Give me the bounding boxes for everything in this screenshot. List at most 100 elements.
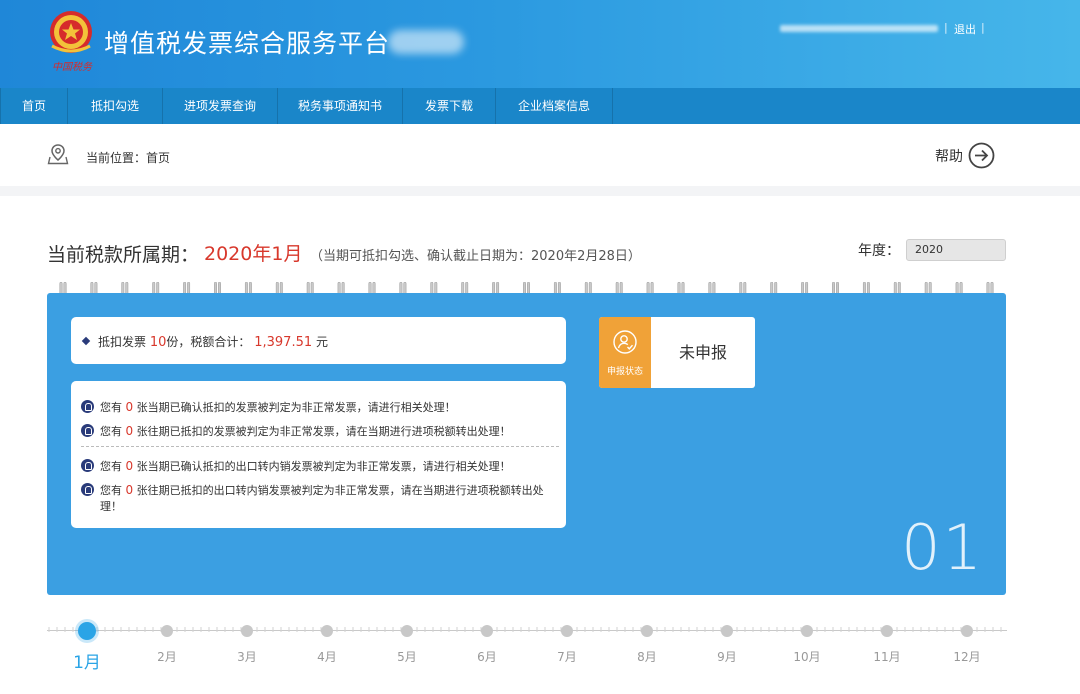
blurred-taxpayer-name <box>388 30 464 54</box>
summary-amount: 1,397.51 <box>254 335 313 350</box>
timeline-month-10[interactable]: 10月 <box>777 616 837 665</box>
user-separator: | <box>944 21 948 34</box>
alert-prefix: 您有 <box>100 425 122 438</box>
alert-item: 您有 0 张当期已确认抵扣的发票被判定为非正常发票，请进行相关处理！ <box>81 399 561 416</box>
alert-item: 您有 0 张往期已抵扣的发票被判定为非正常发票，请在当期进行进项税额转出处理！ <box>81 423 561 440</box>
emblem-caption: 中国税务 <box>52 62 92 73</box>
timeline-month-label: 12月 <box>953 650 981 664</box>
alert-text: 张当期已确认抵扣的出口转内销发票被判定为非正常发票，请进行相关处理！ <box>136 460 511 473</box>
timeline-month-3[interactable]: 3月 <box>217 616 277 665</box>
timeline-month-6[interactable]: 6月 <box>457 616 517 665</box>
calendar-card: 抵扣发票 10份，税额合计： 1,397.51 元 您有 0 张当期已确认抵扣的… <box>47 293 1006 595</box>
timeline-month-11[interactable]: 11月 <box>857 616 917 665</box>
timeline-month-label: 11月 <box>873 650 901 664</box>
alert-item: 您有 0 张当期已确认抵扣的出口转内销发票被判定为非正常发票，请进行相关处理！ <box>81 458 561 475</box>
blurred-user-info <box>780 25 938 32</box>
timeline-dot <box>481 625 493 637</box>
summary-mid: 份，税额合计： <box>166 335 251 349</box>
timeline-dot <box>881 625 893 637</box>
filing-status-tag-label: 申报状态 <box>606 367 643 377</box>
alert-count: 0 <box>125 459 134 473</box>
timeline-month-4[interactable]: 4月 <box>297 616 357 665</box>
help-link[interactable]: 帮助 <box>935 146 963 166</box>
timeline-month-label: 1月 <box>73 653 101 673</box>
timeline-month-label: 3月 <box>237 650 257 664</box>
main-content: 当前税款所属期： 2020年1月 （当期可抵扣勾选、确认截止日期为：2020年2… <box>0 196 1080 694</box>
timeline-dot <box>78 622 96 640</box>
breadcrumb-bar: 当前位置：首页 帮助 <box>0 124 1080 186</box>
user-check-icon <box>613 330 637 354</box>
nav-item-deduction-selection[interactable]: 抵扣勾选 <box>68 88 163 124</box>
tax-period-label: 当前税款所属期： <box>47 244 200 266</box>
timeline-month-7[interactable]: 7月 <box>537 616 597 665</box>
calendar-month-number: 01 <box>901 511 984 584</box>
timeline-month-8[interactable]: 8月 <box>617 616 677 665</box>
alert-count: 0 <box>125 400 134 414</box>
timeline-dot <box>961 625 973 637</box>
timeline-month-2[interactable]: 2月 <box>137 616 197 665</box>
filing-status-tag[interactable]: 申报状态 <box>599 317 651 388</box>
alert-prefix: 您有 <box>100 401 122 414</box>
timeline-dot <box>241 625 253 637</box>
timeline-dot <box>801 625 813 637</box>
month-timeline: 1月 2月 3月 4月 5月 6月 7月 8月 9月 10月 11月 12月 <box>47 616 1007 686</box>
bell-icon <box>81 424 94 437</box>
nav-item-tax-notice[interactable]: 税务事项通知书 <box>278 88 403 124</box>
summary-suffix: 元 <box>315 335 328 349</box>
timeline-dot <box>161 625 173 637</box>
alert-count: 0 <box>125 424 134 438</box>
user-area: | 退出 | <box>780 20 990 38</box>
timeline-dot <box>321 625 333 637</box>
timeline-month-label: 9月 <box>717 650 737 664</box>
arrow-right-circle-icon[interactable] <box>968 142 995 169</box>
nav-item-invoice-download[interactable]: 发票下载 <box>403 88 496 124</box>
user-separator-end: | <box>981 21 985 34</box>
bell-icon <box>81 483 94 496</box>
timeline-month-label: 5月 <box>397 650 417 664</box>
location-pin-icon <box>47 144 69 165</box>
bell-icon <box>81 459 94 472</box>
main-nav: 首页 抵扣勾选 进项发票查询 税务事项通知书 发票下载 企业档案信息 <box>0 88 1080 124</box>
summary-count: 10 <box>149 335 167 350</box>
timeline-month-9[interactable]: 9月 <box>697 616 757 665</box>
timeline-dot <box>641 625 653 637</box>
year-select[interactable]: 2020 <box>906 239 1006 261</box>
summary-prefix: 抵扣发票 <box>98 335 147 349</box>
bell-icon <box>81 400 94 413</box>
alert-count: 0 <box>125 483 134 497</box>
filing-status-value: 未申报 <box>678 343 727 362</box>
timeline-month-label: 4月 <box>317 650 337 664</box>
year-label: 年度： <box>858 243 900 259</box>
timeline-dot <box>721 625 733 637</box>
timeline-month-12[interactable]: 12月 <box>937 616 997 665</box>
breadcrumb: 当前位置：首页 <box>86 151 171 165</box>
tax-period-deadline-note: （当期可抵扣勾选、确认截止日期为：2020年2月28日） <box>310 249 641 264</box>
nav-item-home[interactable]: 首页 <box>0 88 68 124</box>
timeline-dot <box>401 625 413 637</box>
alert-text: 张往期已抵扣的发票被判定为非正常发票，请在当期进行进项税额转出处理！ <box>136 425 511 438</box>
nav-item-enterprise-profile[interactable]: 企业档案信息 <box>496 88 613 124</box>
alert-text: 张往期已抵扣的出口转内销发票被判定为非正常发票，请在当期进行进项税额转出处理！ <box>100 484 544 513</box>
timeline-dot <box>561 625 573 637</box>
timeline-month-label: 6月 <box>477 650 497 664</box>
filing-status: 申报状态 未申报 <box>599 317 755 388</box>
timeline-month-label: 7月 <box>557 650 577 664</box>
timeline-month-1[interactable]: 1月 <box>57 616 117 673</box>
logout-link[interactable]: 退出 <box>954 21 976 37</box>
alert-prefix: 您有 <box>100 460 122 473</box>
nav-item-input-invoice-query[interactable]: 进项发票查询 <box>163 88 278 124</box>
header-bar: 中国税务 增值税发票综合服务平台 | 退出 | <box>0 0 1080 88</box>
alerts-divider <box>81 446 559 447</box>
tax-period-value: 2020年1月 <box>204 243 303 265</box>
alert-item: 您有 0 张往期已抵扣的出口转内销发票被判定为非正常发票，请在当期进行进项税额转… <box>81 482 561 515</box>
timeline-month-label: 2月 <box>157 650 177 664</box>
timeline-month-label: 8月 <box>637 650 657 664</box>
site-title: 增值税发票综合服务平台 <box>104 29 391 58</box>
deduction-summary: 抵扣发票 10份，税额合计： 1,397.51 元 <box>71 317 566 364</box>
alert-text: 张当期已确认抵扣的发票被判定为非正常发票，请进行相关处理！ <box>136 401 456 414</box>
timeline-month-label: 10月 <box>793 650 821 664</box>
alert-prefix: 您有 <box>100 484 122 497</box>
timeline-month-5[interactable]: 5月 <box>377 616 437 665</box>
deduction-summary-line: 抵扣发票 10份，税额合计： 1,397.51 元 <box>81 333 328 350</box>
diamond-bullet-icon <box>81 336 91 345</box>
